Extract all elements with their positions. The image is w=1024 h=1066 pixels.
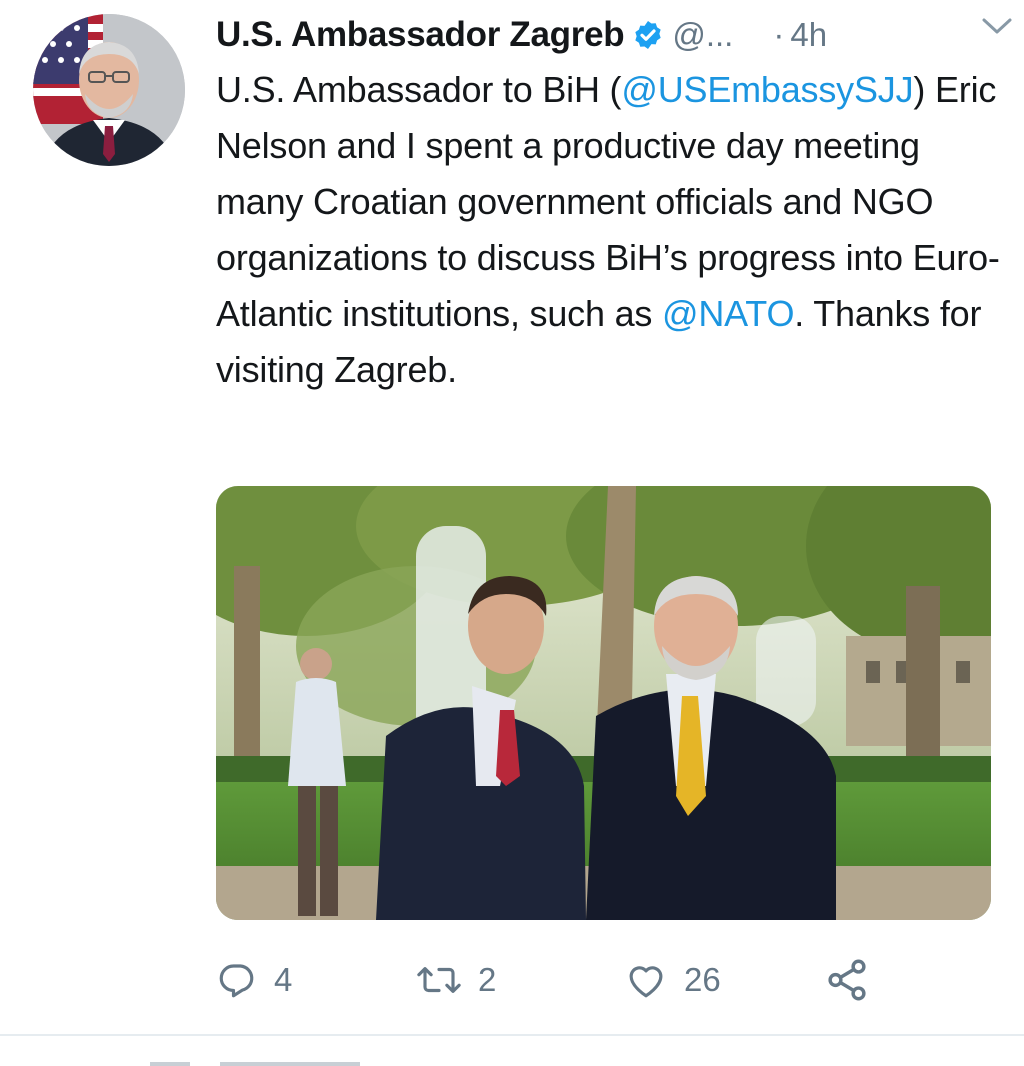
heart-icon: [629, 966, 663, 998]
verified-badge-icon: [635, 21, 661, 49]
retweet-button[interactable]: 2: [416, 950, 496, 1010]
tweet-header: U.S. Ambassador Zagreb @... · 4h: [216, 10, 1006, 60]
reply-count: 4: [274, 961, 293, 998]
avatar-image: [33, 14, 185, 166]
tweet-text: U.S. Ambassador to BiH (@USEmbassySJJ) E…: [216, 62, 1006, 398]
tweet-photo[interactable]: [216, 486, 991, 920]
share-button[interactable]: [824, 950, 870, 1010]
next-tweet-peek: [150, 1062, 360, 1066]
tweet-divider: [0, 1034, 1024, 1036]
mention-nato-link[interactable]: @NATO: [662, 293, 794, 334]
author-handle[interactable]: @...: [672, 16, 733, 54]
tweet-actions: 4 2 26: [216, 950, 916, 1010]
retweet-icon: [417, 967, 461, 993]
mention-usembassysjj-link[interactable]: @USEmbassySJJ: [621, 69, 913, 110]
chevron-down-icon[interactable]: [980, 14, 1014, 38]
like-button[interactable]: 26: [624, 950, 721, 1010]
header-separator: ·: [773, 16, 785, 53]
tweet-text-part: U.S. Ambassador to BiH (: [216, 69, 622, 110]
share-icon: [828, 959, 866, 1001]
author-name[interactable]: U.S. Ambassador Zagreb: [216, 15, 625, 55]
tweet-timestamp[interactable]: 4h: [790, 16, 827, 54]
author-avatar[interactable]: [33, 14, 185, 166]
photo-image: [216, 486, 991, 920]
reply-icon: [219, 964, 254, 998]
reply-button[interactable]: 4: [216, 950, 292, 1010]
retweet-count: 2: [478, 961, 497, 998]
like-count: 26: [684, 961, 721, 998]
